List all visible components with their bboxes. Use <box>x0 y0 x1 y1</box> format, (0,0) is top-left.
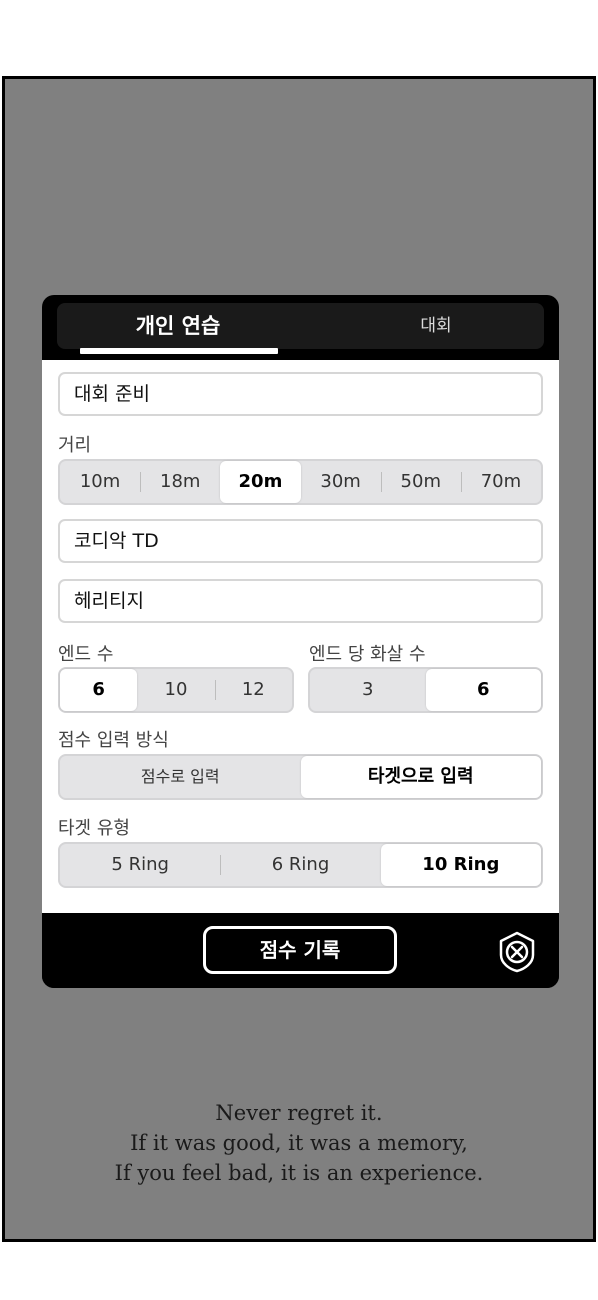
ends-option-label: 12 <box>241 679 265 700</box>
active-tab-indicator <box>80 348 278 354</box>
motivational-quote: Never regret it. If it was good, it was … <box>0 1098 598 1188</box>
distance-option-10m[interactable]: 10m <box>60 461 140 503</box>
ends-option-10[interactable]: 10 <box>137 669 214 711</box>
input-method-label: 점수 입력 방식 <box>58 730 169 751</box>
quote-line-3: If you feel bad, it is an experience. <box>114 1161 484 1185</box>
distance-option-30m[interactable]: 30m <box>301 461 381 503</box>
practice-setup-modal: 개인 연습 대회 대회 준비 거리 10m 18m 20m 30m 50m 70… <box>42 295 559 988</box>
arrows-per-end-label: 엔드 당 화살 수 <box>309 644 426 665</box>
ends-option-6[interactable]: 6 <box>60 669 138 711</box>
distance-option-18m[interactable]: 18m <box>140 461 220 503</box>
divider <box>214 680 216 700</box>
tab-competition[interactable]: 대회 <box>337 303 535 349</box>
arrows-option-6[interactable]: 6 <box>425 669 541 711</box>
divider <box>220 855 222 875</box>
distance-segmented-control: 10m 18m 20m 30m 50m 70m <box>58 459 543 505</box>
form-body: 대회 준비 거리 10m 18m 20m 30m 50m 70m 코디악 TD … <box>42 360 559 913</box>
target-type-10-ring[interactable]: 10 Ring <box>380 844 541 886</box>
modal-footer: 점수 기록 <box>42 913 559 988</box>
divider <box>380 472 382 492</box>
distance-option-label: 70m <box>480 471 522 492</box>
ends-segmented-control: 6 10 12 <box>58 667 294 713</box>
target-type-6-ring[interactable]: 6 Ring <box>220 844 380 886</box>
input-method-score[interactable]: 점수로 입력 <box>60 756 301 798</box>
quote-line-2: If it was good, it was a memory, <box>130 1131 468 1155</box>
record-score-button[interactable]: 점수 기록 <box>203 926 397 974</box>
distance-option-label: 18m <box>160 471 201 492</box>
shield-x-icon[interactable] <box>498 931 536 973</box>
target-type-label: 타겟 유형 <box>58 818 130 839</box>
input-method-segmented-control: 점수로 입력 타겟으로 입력 <box>58 754 543 800</box>
distance-label: 거리 <box>58 435 92 456</box>
ends-option-12[interactable]: 12 <box>214 669 292 711</box>
tab-personal-practice[interactable]: 개인 연습 <box>79 303 277 349</box>
mode-tabbar: 개인 연습 대회 <box>57 303 544 349</box>
shield-x-icon-graphic <box>499 931 535 973</box>
target-type-label: 6 Ring <box>271 854 330 875</box>
divider <box>140 472 142 492</box>
distance-option-20m[interactable]: 20m <box>220 461 301 503</box>
distance-option-70m[interactable]: 70m <box>460 461 541 503</box>
divider <box>460 472 462 492</box>
input-method-target[interactable]: 타겟으로 입력 <box>300 756 541 798</box>
distance-option-50m[interactable]: 50m <box>380 461 461 503</box>
arrows-per-end-segmented-control: 3 6 <box>308 667 543 713</box>
arrows-option-3[interactable]: 3 <box>310 669 426 711</box>
quote-line-1: Never regret it. <box>215 1101 383 1125</box>
bow-field[interactable]: 코디악 TD <box>58 519 543 563</box>
title-field[interactable]: 대회 준비 <box>58 372 543 416</box>
target-type-segmented-control: 5 Ring 6 Ring 10 Ring <box>58 842 543 888</box>
arrow-field[interactable]: 헤리티지 <box>58 579 543 623</box>
target-type-5-ring[interactable]: 5 Ring <box>60 844 220 886</box>
distance-option-label: 50m <box>400 471 441 492</box>
ends-label: 엔드 수 <box>58 644 114 665</box>
